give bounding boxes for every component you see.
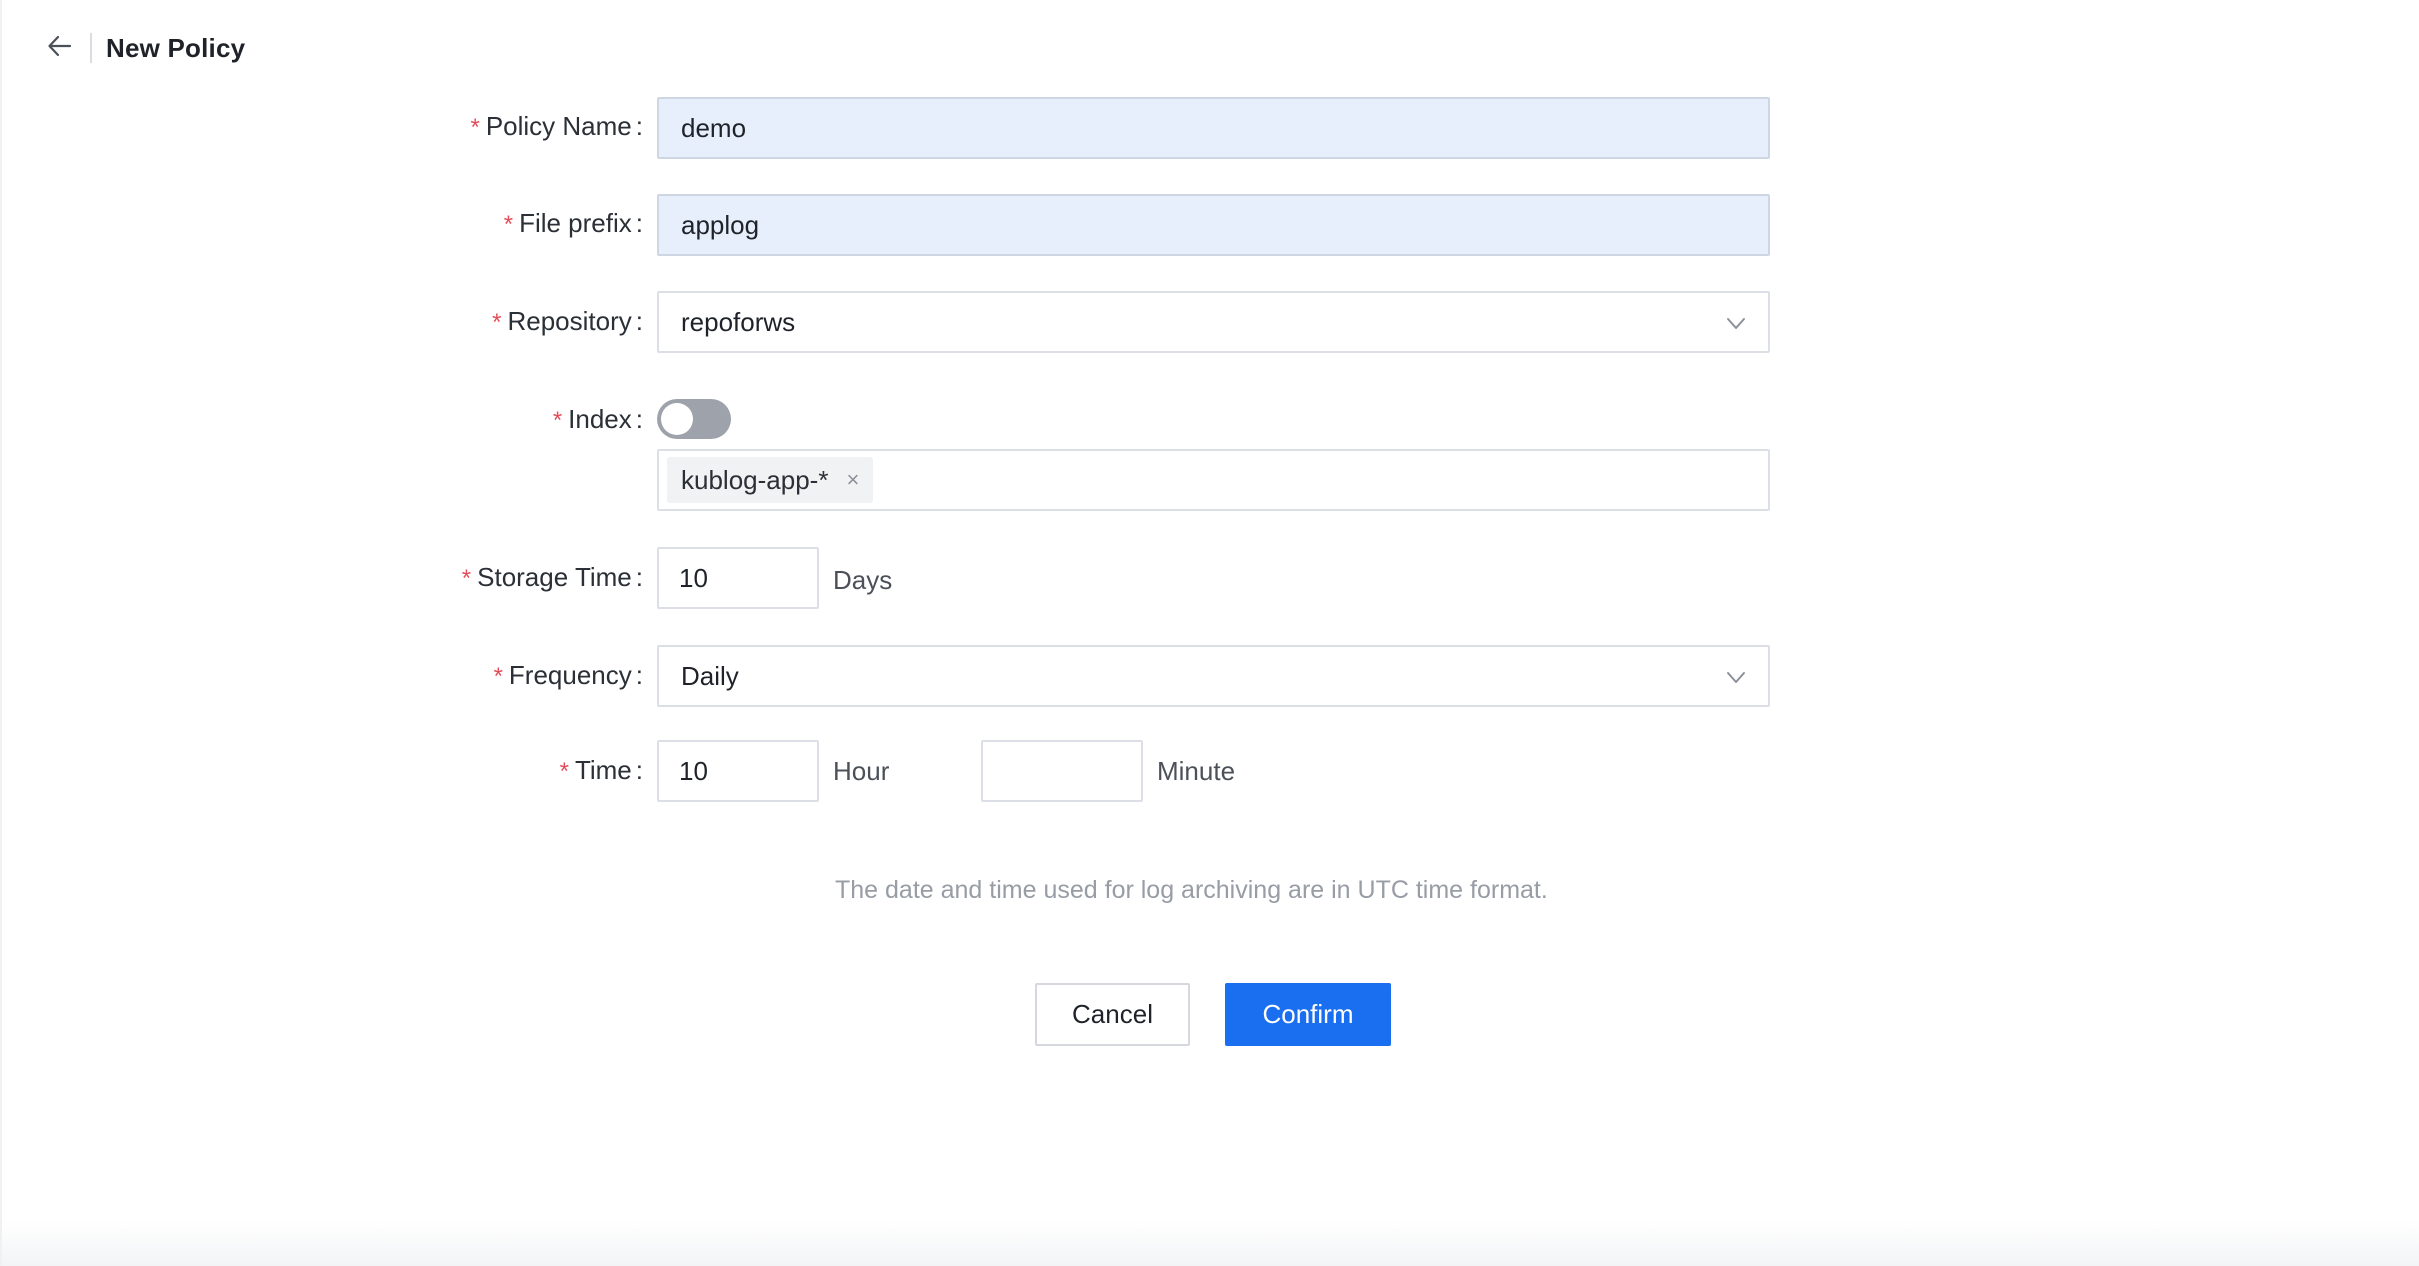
file-prefix-input[interactable]: applog <box>657 194 1770 256</box>
chevron-down-icon <box>1724 311 1748 335</box>
toggle-knob <box>661 403 693 435</box>
arrow-left-icon <box>46 32 74 65</box>
page-title: New Policy <box>106 32 246 63</box>
confirm-button[interactable]: Confirm <box>1225 983 1391 1046</box>
policy-name-label: * Policy Name : <box>470 110 643 142</box>
file-prefix-label: * File prefix : <box>503 207 643 239</box>
index-label: * Index : <box>552 403 643 435</box>
page-header: New Policy <box>42 26 245 70</box>
frequency-label: * Frequency : <box>493 659 643 691</box>
policy-name-input[interactable]: demo <box>657 97 1770 159</box>
back-button[interactable] <box>42 30 78 66</box>
storage-time-label: * Storage Time : <box>461 561 643 593</box>
index-toggle[interactable] <box>657 399 731 439</box>
repository-select[interactable]: repoforws <box>657 291 1770 353</box>
page: New Policy * Policy Name : demo * File p… <box>0 0 2419 1266</box>
minute-unit: Minute <box>1157 755 1236 786</box>
index-tag-input[interactable]: kublog-app-* × <box>657 449 1770 511</box>
required-mark: * <box>493 663 503 690</box>
chevron-down-icon <box>1724 665 1748 689</box>
required-mark: * <box>492 309 502 336</box>
repository-label: * Repository : <box>492 305 643 337</box>
bottom-fade <box>2 1220 2419 1266</box>
required-mark: * <box>559 758 569 785</box>
storage-time-unit: Days <box>833 564 893 595</box>
minute-input[interactable] <box>981 740 1143 802</box>
required-mark: * <box>552 407 563 434</box>
time-label: * Time : <box>559 754 643 786</box>
required-mark: * <box>461 565 472 592</box>
close-icon[interactable]: × <box>846 469 859 491</box>
frequency-select[interactable]: Daily <box>657 645 1770 707</box>
cancel-button[interactable]: Cancel <box>1035 983 1190 1046</box>
index-tag: kublog-app-* × <box>667 457 874 503</box>
required-mark: * <box>470 114 480 141</box>
utc-hint-text: The date and time used for log archiving… <box>835 876 1548 904</box>
required-mark: * <box>503 211 514 238</box>
hour-input[interactable]: 10 <box>657 740 819 802</box>
storage-time-input[interactable]: 10 <box>657 547 819 609</box>
header-divider <box>90 33 92 63</box>
hour-unit: Hour <box>833 755 890 786</box>
